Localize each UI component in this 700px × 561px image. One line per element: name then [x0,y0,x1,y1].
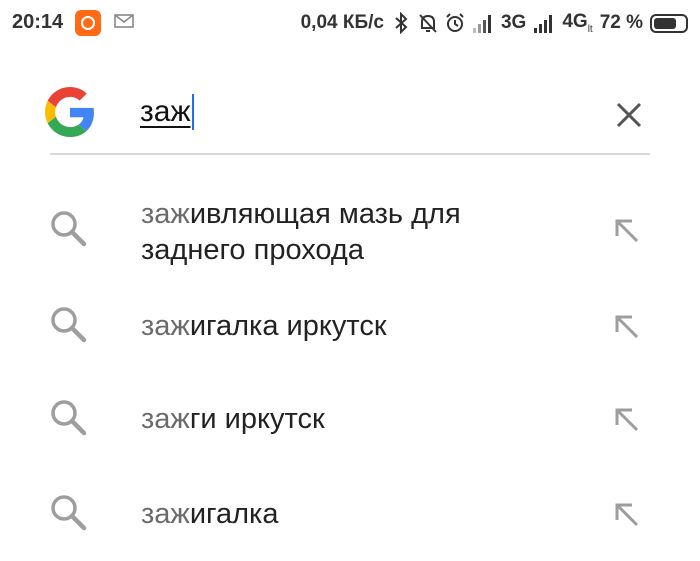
search-icon [51,495,87,531]
suggestion-rest: ивляющая мазь для [189,198,461,230]
suggestion-rest: игалка иркутск [189,310,387,342]
search-icon [51,211,87,247]
bluetooth-icon [395,12,408,34]
suggestion-item[interactable]: зажигалка [0,488,700,544]
signal-icon [534,15,553,33]
suggestion-text: зажигалка [141,496,561,532]
suggestion-prefix: заж [141,498,190,530]
suggestion-rest: ги иркутск [189,403,325,435]
suggestion-rest: игалка [189,498,279,530]
suggestion-text: зажги иркутск [141,401,561,437]
lte-label: lt [587,23,593,35]
battery-icon [650,13,688,33]
suggestion-item[interactable]: зажигалка иркутск [0,300,700,356]
fill-query-arrow-icon[interactable] [606,306,644,344]
suggestion-prefix: заж [141,310,190,342]
search-icon [51,307,87,343]
search-icon [51,400,87,436]
battery-level-fill [654,17,676,29]
search-query-text: заж [140,95,191,128]
fill-query-arrow-icon[interactable] [606,494,644,532]
fill-query-arrow-icon[interactable] [606,210,644,248]
network-speed: 0,04 КБ/с [300,12,384,33]
network-3g-label: 3G [500,12,527,33]
status-time: 20:14 [12,11,64,33]
status-bar: 20:14 0,04 КБ/с 3G 4Glt 72 % [0,0,700,48]
battery-percent: 72 % [599,12,643,33]
network-4g-label: 4Glt [562,11,593,35]
text-caret [191,94,194,130]
signal-icon [472,15,491,33]
fill-query-arrow-icon[interactable] [606,399,644,437]
suggestion-prefix: заж [141,198,190,230]
suggestion-line2: заднего прохода [141,234,364,266]
search-bar: заж [0,70,700,154]
search-input[interactable]: заж [140,94,194,132]
suggestion-prefix: заж [141,403,190,435]
bell-muted-icon [419,14,437,33]
alarm-icon [446,13,464,32]
google-g-logo[interactable] [45,87,95,137]
mail-icon [114,14,134,28]
suggestion-text: заживляющая мазь для заднего прохода [141,196,561,268]
suggestion-text: зажигалка иркутск [141,308,561,344]
close-icon[interactable] [606,92,652,138]
mi-app-icon [75,10,101,36]
search-divider [50,153,650,155]
status-right-group: 0,04 КБ/с 3G 4Glt 72 % [301,8,688,38]
suggestion-item[interactable]: заживляющая мазь для заднего прохода [0,190,700,280]
suggestion-item[interactable]: зажги иркутск [0,393,700,449]
